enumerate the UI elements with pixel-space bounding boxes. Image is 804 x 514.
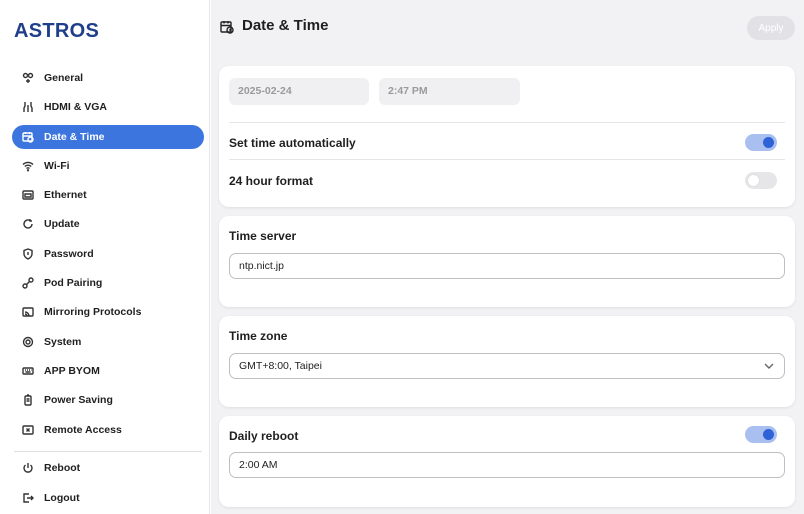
calendar-clock-icon	[21, 130, 35, 144]
sidebar-item-label: Update	[44, 218, 80, 231]
time-server-input[interactable]: ntp.nict.jp	[229, 253, 785, 279]
sidebar-item-label: Pod Pairing	[44, 277, 103, 290]
sidebar-item-date-time[interactable]: Date & Time	[12, 124, 204, 149]
sidebar-item-logout[interactable]: Logout	[12, 486, 204, 510]
sidebar-item-label: APP BYOM	[44, 364, 100, 377]
battery-icon	[21, 393, 35, 407]
general-icon	[21, 71, 35, 85]
24-hour-format-label: 24 hour format	[229, 174, 314, 188]
24-hour-format-toggle[interactable]	[745, 172, 777, 189]
pairing-icon	[21, 276, 35, 290]
remote-icon	[21, 423, 35, 437]
time-zone-value: GMT+8:00, Taipei	[239, 360, 322, 372]
power-icon	[21, 461, 35, 475]
daily-reboot-time-input[interactable]: 2:00 AM	[229, 452, 785, 478]
sidebar-item-power-saving[interactable]: Power Saving	[12, 388, 204, 412]
time-zone-card: Time zone GMT+8:00, Taipei	[219, 316, 795, 407]
hdmi-icon	[21, 100, 35, 114]
sidebar-item-label: Password	[44, 247, 94, 260]
apply-button[interactable]: Apply	[747, 16, 795, 40]
main-content: Date & Time Apply 2025-02-24 2:47 PM Set…	[211, 0, 804, 514]
sidebar-item-reboot[interactable]: Reboot	[12, 456, 204, 480]
sidebar-item-label: System	[44, 335, 82, 348]
sidebar-item-password[interactable]: Password	[12, 242, 204, 266]
sidebar-bottom-nav: Reboot Logout	[12, 456, 204, 514]
daily-reboot-card: Daily reboot 2:00 AM	[219, 416, 795, 507]
calendar-clock-icon	[220, 20, 234, 34]
time-server-card: Time server ntp.nict.jp	[219, 216, 795, 307]
sidebar-item-ethernet[interactable]: Ethernet	[12, 183, 204, 207]
sidebar-item-wifi[interactable]: Wi-Fi	[12, 154, 204, 178]
sidebar-item-label: Logout	[44, 491, 80, 504]
sidebar-item-pod-pairing[interactable]: Pod Pairing	[12, 271, 204, 295]
divider	[229, 122, 785, 123]
sidebar-item-update[interactable]: Update	[12, 212, 204, 236]
time-field[interactable]: 2:47 PM	[379, 78, 520, 105]
system-icon	[21, 335, 35, 349]
wifi-icon	[21, 159, 35, 173]
page-title: Date & Time	[242, 17, 329, 34]
time-server-label: Time server	[229, 229, 297, 243]
sidebar-item-label: Mirroring Protocols	[44, 306, 142, 319]
set-time-automatically-toggle[interactable]	[745, 134, 777, 151]
time-zone-select[interactable]: GMT+8:00, Taipei	[229, 353, 785, 379]
sidebar-item-system[interactable]: System	[12, 330, 204, 354]
sidebar: ASTROS General HDMI & VGA Date & Time Wi…	[0, 0, 210, 514]
toggle-knob	[763, 137, 774, 148]
sidebar-item-app-byom[interactable]: APP BYOM	[12, 359, 204, 383]
chevron-down-icon	[763, 360, 775, 372]
page-header: Date & Time Apply	[211, 0, 804, 52]
sidebar-item-general[interactable]: General	[12, 66, 204, 90]
daily-reboot-toggle[interactable]	[745, 426, 777, 443]
sidebar-item-label: Power Saving	[44, 394, 113, 407]
ethernet-icon	[21, 188, 35, 202]
set-time-automatically-label: Set time automatically	[229, 136, 356, 150]
update-icon	[21, 217, 35, 231]
sidebar-divider	[14, 451, 202, 452]
sidebar-item-label: Reboot	[44, 462, 81, 474]
toggle-knob	[763, 429, 774, 440]
sidebar-item-remote-access[interactable]: Remote Access	[12, 418, 204, 442]
shield-icon	[21, 247, 35, 261]
keyboard-icon	[21, 364, 35, 378]
divider	[229, 159, 785, 160]
sidebar-nav: General HDMI & VGA Date & Time Wi-Fi Eth…	[12, 66, 204, 447]
sidebar-item-label: Remote Access	[44, 423, 122, 436]
sidebar-item-hdmi-vga[interactable]: HDMI & VGA	[12, 95, 204, 119]
toggle-knob	[748, 175, 759, 186]
sidebar-item-label: Date & Time	[44, 130, 105, 143]
astros-logo: ASTROS	[14, 20, 100, 42]
sidebar-item-label: Ethernet	[44, 189, 87, 202]
sidebar-item-label: HDMI & VGA	[44, 101, 107, 114]
daily-reboot-label: Daily reboot	[229, 429, 299, 443]
time-zone-label: Time zone	[229, 329, 288, 343]
cast-icon	[21, 305, 35, 319]
date-time-card: 2025-02-24 2:47 PM Set time automaticall…	[219, 66, 795, 207]
sidebar-item-label: General	[44, 72, 84, 84]
sidebar-item-mirroring-protocols[interactable]: Mirroring Protocols	[12, 300, 204, 324]
date-field[interactable]: 2025-02-24	[229, 78, 369, 105]
logout-icon	[21, 491, 35, 505]
sidebar-item-label: Wi-Fi	[44, 159, 70, 172]
